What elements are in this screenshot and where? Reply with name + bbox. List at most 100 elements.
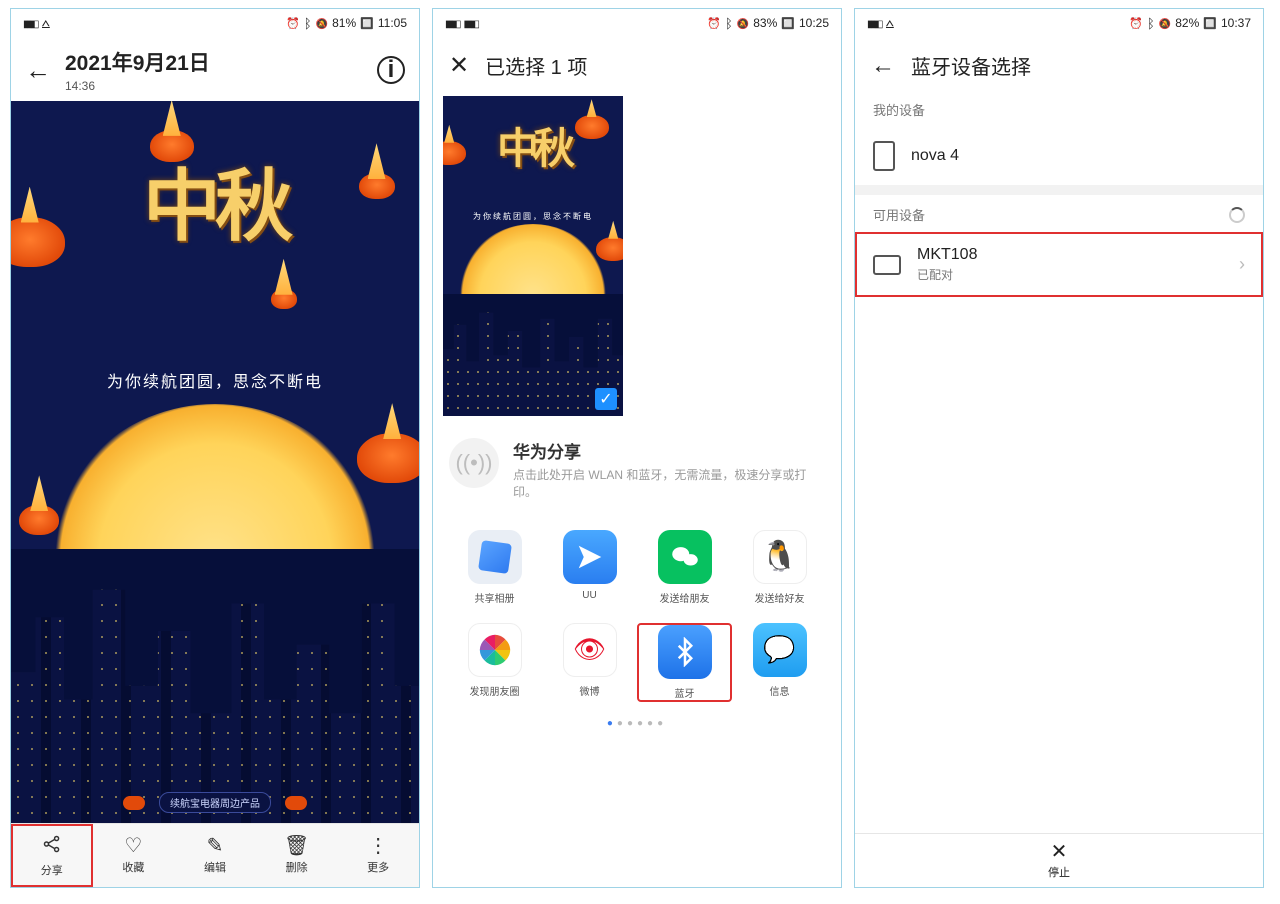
battery-percent: 82% — [1175, 16, 1199, 30]
back-button[interactable]: ← — [871, 52, 895, 80]
toolbar-share[interactable]: 分享 — [11, 824, 93, 887]
bluetooth-icon — [304, 16, 312, 31]
app-bluetooth[interactable]: 蓝牙 — [637, 623, 732, 702]
battery-icon — [781, 16, 795, 30]
photo-viewport[interactable]: 中秋 为你续航团圆，思念不断电 续航宝电器周边产品 — [11, 101, 419, 823]
poster-tagline: 为你续航团圆，思念不断电 — [443, 211, 623, 222]
battery-percent: 81% — [332, 16, 356, 30]
share-icon — [41, 833, 63, 859]
app-qq[interactable]: 发送给好友 — [732, 530, 827, 605]
check-icon: ✓ — [595, 388, 617, 410]
wechat-icon — [658, 530, 712, 584]
header: ✕ 已选择 1 项 — [433, 37, 841, 90]
share-app-grid: 共享相册 UU 发送给朋友 发送给好友 — [433, 512, 841, 708]
huawei-share-icon: ((•)) — [449, 438, 499, 488]
app-label: UU — [582, 590, 596, 601]
close-button[interactable]: ✕ — [449, 51, 469, 80]
trash-icon: 🗑 — [284, 836, 309, 856]
poster-title: 中秋 — [11, 144, 419, 256]
status-time: 10:25 — [799, 16, 829, 30]
my-devices-label: 我的设备 — [855, 90, 1263, 127]
info-button[interactable]: i — [377, 56, 405, 84]
photo-date: 2021年9月21日 — [65, 47, 210, 77]
app-label: 共享相册 — [475, 590, 515, 605]
battery-percent: 83% — [753, 16, 777, 30]
toolbar-delete[interactable]: 🗑 删除 — [256, 824, 338, 887]
huawei-share-row[interactable]: ((•)) 华为分享 点击此处开启 WLAN 和蓝牙，无需流量，极速分享或打印。 — [433, 420, 841, 512]
app-label: 发现朋友圈 — [470, 683, 520, 698]
poster-tagline: 为你续航团圆，思念不断电 — [11, 368, 419, 392]
selected-thumbnail[interactable]: 中秋 为你续航团圆，思念不断电 ✓ — [443, 96, 623, 416]
loading-spinner-icon — [1229, 207, 1245, 223]
phone-icon — [873, 141, 895, 171]
status-bar: 82% 10:37 — [855, 9, 1263, 37]
battery-icon — [360, 16, 374, 30]
close-icon: ✕ — [1051, 842, 1068, 862]
huawei-share-desc: 点击此处开启 WLAN 和蓝牙，无需流量，极速分享或打印。 — [513, 467, 813, 502]
screen-bluetooth-picker: 82% 10:37 ← 蓝牙设备选择 我的设备 nova 4 可用设备 MKT1… — [854, 8, 1264, 888]
app-label: 发送给朋友 — [660, 590, 710, 605]
toolbar-delete-label: 删除 — [286, 859, 308, 875]
moments-icon — [468, 623, 522, 677]
my-device-name: nova 4 — [911, 147, 959, 165]
uu-icon — [563, 530, 617, 584]
my-device-row[interactable]: nova 4 — [855, 127, 1263, 185]
status-bar: 81% 11:05 — [11, 9, 419, 37]
toolbar-favorite[interactable]: ♡ 收藏 — [93, 824, 175, 887]
alarm-icon — [286, 16, 300, 30]
bluetooth-icon — [725, 16, 733, 31]
toolbar-edit-label: 编辑 — [204, 859, 226, 875]
chevron-right-icon: › — [1239, 254, 1245, 275]
weibo-icon — [563, 623, 617, 677]
messages-icon — [753, 623, 807, 677]
screen-gallery-detail: 81% 11:05 ← 2021年9月21日 14:36 i 中秋 为你续航团圆… — [10, 8, 420, 888]
screen-share-sheet: 83% 10:25 ✕ 已选择 1 项 中秋 为你续航团圆，思念不断电 ✓ ((… — [432, 8, 842, 888]
toolbar-edit[interactable]: ✎ 编辑 — [174, 824, 256, 887]
signal-icon — [463, 16, 477, 30]
mute-icon — [316, 16, 328, 30]
app-label: 发送给好友 — [755, 590, 805, 605]
status-time: 11:05 — [378, 16, 407, 30]
heart-icon: ♡ — [124, 836, 142, 856]
battery-icon — [1203, 16, 1217, 30]
selection-title: 已选择 1 项 — [485, 51, 587, 80]
poster-footer: 续航宝电器周边产品 — [11, 792, 419, 813]
status-time: 10:37 — [1221, 16, 1251, 30]
header: ← 2021年9月21日 14:36 i — [11, 37, 419, 101]
poster-title: 中秋 — [443, 115, 623, 176]
app-uu[interactable]: UU — [542, 530, 637, 605]
app-weibo[interactable]: 微博 — [542, 623, 637, 702]
app-label: 蓝牙 — [675, 685, 695, 700]
device-status: 已配对 — [917, 266, 977, 283]
back-button[interactable]: ← — [25, 57, 51, 83]
header: ← 蓝牙设备选择 — [855, 37, 1263, 90]
mute-icon — [737, 16, 749, 30]
bottom-toolbar: 分享 ♡ 收藏 ✎ 编辑 🗑 删除 ⋮ 更多 — [11, 823, 419, 887]
edit-icon: ✎ — [207, 836, 224, 856]
page-indicator: ●●●●●● — [433, 708, 841, 741]
app-label: 信息 — [770, 683, 790, 698]
available-device-row[interactable]: MKT108 已配对 › — [855, 232, 1263, 297]
poster-footer-chip: 续航宝电器周边产品 — [159, 792, 271, 813]
app-shared-album[interactable]: 共享相册 — [447, 530, 542, 605]
app-moments[interactable]: 发现朋友圈 — [447, 623, 542, 702]
app-wechat[interactable]: 发送给朋友 — [637, 530, 732, 605]
app-label: 微博 — [580, 683, 600, 698]
laptop-icon — [873, 255, 901, 275]
alarm-icon — [1129, 16, 1143, 30]
available-devices-header: 可用设备 — [855, 195, 1263, 232]
photo-time: 14:36 — [65, 79, 210, 93]
toolbar-more-label: 更多 — [367, 859, 389, 875]
signal-icon — [23, 16, 37, 30]
qq-icon — [753, 530, 807, 584]
signal-icon — [445, 16, 459, 30]
app-messages[interactable]: 信息 — [732, 623, 827, 702]
stop-label: 停止 — [1048, 864, 1070, 880]
mute-icon — [1159, 16, 1171, 30]
alarm-icon — [707, 16, 721, 30]
toolbar-more[interactable]: ⋮ 更多 — [337, 824, 419, 887]
signal-icon — [867, 16, 881, 30]
bluetooth-icon — [1147, 16, 1155, 31]
stop-button[interactable]: ✕ 停止 — [855, 833, 1263, 887]
status-bar: 83% 10:25 — [433, 9, 841, 37]
